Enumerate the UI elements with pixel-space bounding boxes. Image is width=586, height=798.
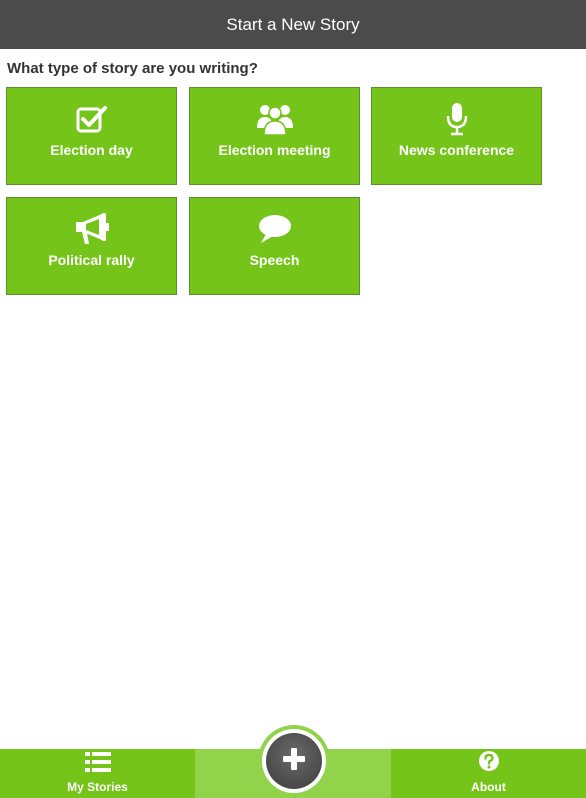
megaphone-icon (74, 212, 110, 246)
microphone-icon (445, 102, 469, 136)
list-icon (84, 752, 111, 777)
question-icon (478, 750, 500, 777)
story-type-election-day[interactable]: Election day (6, 87, 177, 185)
story-type-speech[interactable]: Speech (189, 197, 360, 295)
story-type-label: Political rally (48, 252, 135, 268)
story-type-news-conference[interactable]: News conference (371, 87, 542, 185)
speech-bubble-icon (257, 212, 293, 246)
nav-about[interactable]: About (391, 749, 586, 798)
nav-about-label: About (471, 780, 506, 794)
story-type-political-rally[interactable]: Political rally (6, 197, 177, 295)
page-title: Start a New Story (226, 14, 360, 34)
page-header: Start a New Story (0, 0, 586, 49)
plus-icon (282, 747, 306, 776)
nav-my-stories-label: My Stories (67, 780, 128, 794)
story-type-question: What type of story are you writing? (7, 60, 258, 77)
new-story-button[interactable] (262, 729, 326, 793)
story-type-label: Speech (249, 252, 300, 268)
story-type-label: Election meeting (218, 142, 331, 158)
story-type-label: News conference (398, 142, 515, 158)
group-icon (256, 102, 294, 136)
story-type-label: Election day (50, 142, 133, 158)
checkbox-icon (76, 102, 108, 136)
nav-my-stories[interactable]: My Stories (0, 749, 195, 798)
new-story-button-inner (266, 733, 322, 789)
story-type-election-meeting[interactable]: Election meeting (189, 87, 360, 185)
